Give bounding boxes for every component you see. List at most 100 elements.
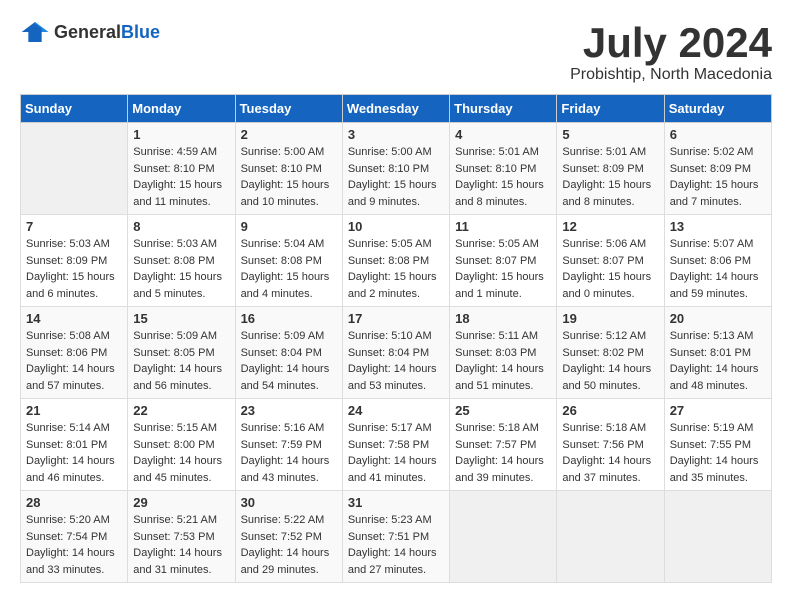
logo-general: General: [54, 22, 121, 42]
calendar-cell: 1 Sunrise: 4:59 AM Sunset: 8:10 PM Daylig…: [128, 123, 235, 215]
calendar-cell: [450, 491, 557, 583]
calendar-cell: 2 Sunrise: 5:00 AM Sunset: 8:10 PM Daylig…: [235, 123, 342, 215]
day-info: Sunrise: 5:00 AM Sunset: 8:10 PM Dayligh…: [348, 144, 444, 210]
logo-blue: Blue: [121, 22, 160, 42]
logo-icon: [20, 20, 50, 44]
day-number: 16: [241, 311, 337, 326]
day-info: Sunrise: 5:09 AM Sunset: 8:04 PM Dayligh…: [241, 328, 337, 394]
calendar-cell: 19 Sunrise: 5:12 AM Sunset: 8:02 PM Dayli…: [557, 307, 664, 399]
calendar-cell: 9Sunrise: 5:04 AM Sunset: 8:08 PM Daylig…: [235, 215, 342, 307]
day-info: Sunrise: 5:18 AM Sunset: 7:56 PM Dayligh…: [562, 420, 658, 486]
day-number: 1: [133, 127, 229, 142]
calendar-cell: 30Sunrise: 5:22 AM Sunset: 7:52 PM Dayli…: [235, 491, 342, 583]
calendar-week-row: 21 Sunrise: 5:14 AM Sunset: 8:01 PM Dayli…: [21, 399, 772, 491]
day-number: 31: [348, 495, 444, 510]
location: Probishtip, North Macedonia: [570, 66, 772, 84]
calendar-cell: 11Sunrise: 5:05 AM Sunset: 8:07 PM Dayli…: [450, 215, 557, 307]
calendar-week-row: 28Sunrise: 5:20 AM Sunset: 7:54 PM Dayli…: [21, 491, 772, 583]
calendar-cell: 10 Sunrise: 5:05 AM Sunset: 8:08 PM Dayli…: [342, 215, 449, 307]
calendar-cell: 26Sunrise: 5:18 AM Sunset: 7:56 PM Dayli…: [557, 399, 664, 491]
calendar-week-row: 1 Sunrise: 4:59 AM Sunset: 8:10 PM Daylig…: [21, 123, 772, 215]
day-info: Sunrise: 5:06 AM Sunset: 8:07 PM Dayligh…: [562, 236, 658, 302]
day-number: 6: [670, 127, 766, 142]
calendar-cell: 28Sunrise: 5:20 AM Sunset: 7:54 PM Dayli…: [21, 491, 128, 583]
day-info: Sunrise: 5:02 AM Sunset: 8:09 PM Dayligh…: [670, 144, 766, 210]
day-info: Sunrise: 5:05 AM Sunset: 8:08 PM Dayligh…: [348, 236, 444, 302]
day-number: 17: [348, 311, 444, 326]
calendar-cell: 29 Sunrise: 5:21 AM Sunset: 7:53 PM Dayli…: [128, 491, 235, 583]
calendar-cell: 21 Sunrise: 5:14 AM Sunset: 8:01 PM Dayli…: [21, 399, 128, 491]
calendar-header-row: SundayMondayTuesdayWednesdayThursdayFrid…: [21, 95, 772, 123]
day-of-week-header: Sunday: [21, 95, 128, 123]
day-number: 2: [241, 127, 337, 142]
day-number: 13: [670, 219, 766, 234]
calendar-cell: 6 Sunrise: 5:02 AM Sunset: 8:09 PM Daylig…: [664, 123, 771, 215]
calendar-cell: 22Sunrise: 5:15 AM Sunset: 8:00 PM Dayli…: [128, 399, 235, 491]
day-info: Sunrise: 5:01 AM Sunset: 8:09 PM Dayligh…: [562, 144, 658, 210]
day-number: 21: [26, 403, 122, 418]
calendar-cell: 31Sunrise: 5:23 AM Sunset: 7:51 PM Dayli…: [342, 491, 449, 583]
day-info: Sunrise: 5:14 AM Sunset: 8:01 PM Dayligh…: [26, 420, 122, 486]
day-of-week-header: Wednesday: [342, 95, 449, 123]
day-info: Sunrise: 5:00 AM Sunset: 8:10 PM Dayligh…: [241, 144, 337, 210]
calendar-cell: 3 Sunrise: 5:00 AM Sunset: 8:10 PM Daylig…: [342, 123, 449, 215]
day-info: Sunrise: 5:09 AM Sunset: 8:05 PM Dayligh…: [133, 328, 229, 394]
calendar-cell: 16 Sunrise: 5:09 AM Sunset: 8:04 PM Dayli…: [235, 307, 342, 399]
day-info: Sunrise: 5:11 AM Sunset: 8:03 PM Dayligh…: [455, 328, 551, 394]
calendar-cell: [557, 491, 664, 583]
day-number: 30: [241, 495, 337, 510]
calendar-cell: 15Sunrise: 5:09 AM Sunset: 8:05 PM Dayli…: [128, 307, 235, 399]
day-number: 3: [348, 127, 444, 142]
calendar-cell: 12 Sunrise: 5:06 AM Sunset: 8:07 PM Dayli…: [557, 215, 664, 307]
day-info: Sunrise: 5:13 AM Sunset: 8:01 PM Dayligh…: [670, 328, 766, 394]
day-info: Sunrise: 5:04 AM Sunset: 8:08 PM Dayligh…: [241, 236, 337, 302]
calendar-cell: 7Sunrise: 5:03 AM Sunset: 8:09 PM Daylig…: [21, 215, 128, 307]
day-number: 29: [133, 495, 229, 510]
day-of-week-header: Saturday: [664, 95, 771, 123]
day-number: 24: [348, 403, 444, 418]
day-number: 23: [241, 403, 337, 418]
day-info: Sunrise: 5:18 AM Sunset: 7:57 PM Dayligh…: [455, 420, 551, 486]
day-info: Sunrise: 5:16 AM Sunset: 7:59 PM Dayligh…: [241, 420, 337, 486]
calendar-cell: 14Sunrise: 5:08 AM Sunset: 8:06 PM Dayli…: [21, 307, 128, 399]
day-info: Sunrise: 5:12 AM Sunset: 8:02 PM Dayligh…: [562, 328, 658, 394]
calendar-cell: [664, 491, 771, 583]
day-number: 10: [348, 219, 444, 234]
title-block: July 2024 Probishtip, North Macedonia: [570, 20, 772, 84]
day-info: Sunrise: 5:03 AM Sunset: 8:09 PM Dayligh…: [26, 236, 122, 302]
day-info: Sunrise: 5:08 AM Sunset: 8:06 PM Dayligh…: [26, 328, 122, 394]
day-number: 5: [562, 127, 658, 142]
calendar-week-row: 14Sunrise: 5:08 AM Sunset: 8:06 PM Dayli…: [21, 307, 772, 399]
day-info: Sunrise: 5:17 AM Sunset: 7:58 PM Dayligh…: [348, 420, 444, 486]
calendar-cell: 18 Sunrise: 5:11 AM Sunset: 8:03 PM Dayli…: [450, 307, 557, 399]
day-number: 18: [455, 311, 551, 326]
day-number: 20: [670, 311, 766, 326]
logo: GeneralBlue: [20, 20, 160, 44]
day-info: Sunrise: 5:19 AM Sunset: 7:55 PM Dayligh…: [670, 420, 766, 486]
day-of-week-header: Thursday: [450, 95, 557, 123]
calendar-cell: 17 Sunrise: 5:10 AM Sunset: 8:04 PM Dayli…: [342, 307, 449, 399]
day-number: 4: [455, 127, 551, 142]
calendar-week-row: 7Sunrise: 5:03 AM Sunset: 8:09 PM Daylig…: [21, 215, 772, 307]
day-info: Sunrise: 5:03 AM Sunset: 8:08 PM Dayligh…: [133, 236, 229, 302]
day-of-week-header: Friday: [557, 95, 664, 123]
day-number: 25: [455, 403, 551, 418]
day-number: 27: [670, 403, 766, 418]
day-number: 11: [455, 219, 551, 234]
day-info: Sunrise: 5:01 AM Sunset: 8:10 PM Dayligh…: [455, 144, 551, 210]
day-info: Sunrise: 5:21 AM Sunset: 7:53 PM Dayligh…: [133, 512, 229, 578]
day-number: 12: [562, 219, 658, 234]
day-number: 19: [562, 311, 658, 326]
calendar-cell: 5 Sunrise: 5:01 AM Sunset: 8:09 PM Daylig…: [557, 123, 664, 215]
calendar-cell: 23 Sunrise: 5:16 AM Sunset: 7:59 PM Dayli…: [235, 399, 342, 491]
calendar-cell: 20 Sunrise: 5:13 AM Sunset: 8:01 PM Dayli…: [664, 307, 771, 399]
day-info: Sunrise: 5:10 AM Sunset: 8:04 PM Dayligh…: [348, 328, 444, 394]
calendar-cell: [21, 123, 128, 215]
month-title: July 2024: [570, 20, 772, 66]
day-info: Sunrise: 4:59 AM Sunset: 8:10 PM Dayligh…: [133, 144, 229, 210]
day-of-week-header: Monday: [128, 95, 235, 123]
day-of-week-header: Tuesday: [235, 95, 342, 123]
calendar-body: 1 Sunrise: 4:59 AM Sunset: 8:10 PM Daylig…: [21, 123, 772, 583]
calendar-table: SundayMondayTuesdayWednesdayThursdayFrid…: [20, 94, 772, 583]
calendar-cell: 24 Sunrise: 5:17 AM Sunset: 7:58 PM Dayli…: [342, 399, 449, 491]
